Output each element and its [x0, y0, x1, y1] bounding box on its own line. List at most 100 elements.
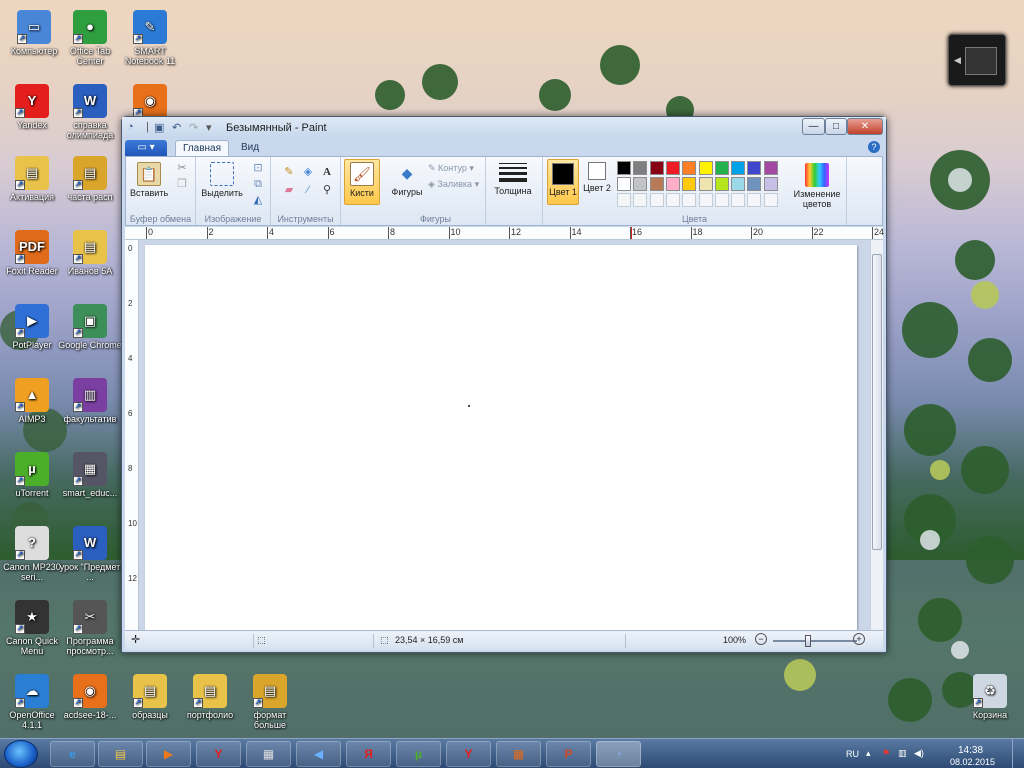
palette-swatch[interactable]	[617, 177, 631, 191]
desktop-icon[interactable]: ◉ ↗ acdsee-18-...	[58, 674, 122, 720]
palette-swatch[interactable]	[633, 177, 648, 191]
gadget-arrow-icon[interactable]: ◀	[954, 55, 961, 66]
taskbar-sound-icon[interactable]: ◀	[296, 741, 341, 767]
palette-swatch[interactable]	[763, 177, 778, 191]
desktop-icon[interactable]: ▥ ↗ факультатив	[58, 378, 122, 424]
palette-swatch[interactable]	[698, 177, 713, 191]
taskbar-utorrent-icon[interactable]: µ	[396, 741, 441, 767]
desktop-icon[interactable]: ▲ ↗ AIMP3	[0, 378, 64, 424]
desktop-icon[interactable]: ✎ ↗ SMART Notebook 11	[118, 10, 182, 66]
palette-swatch[interactable]	[649, 161, 664, 175]
tab-home[interactable]: Главная	[175, 140, 229, 157]
palette-empty-swatch[interactable]	[747, 193, 762, 207]
eraser-icon[interactable]: ▰	[281, 183, 297, 197]
taskbar-explorer-icon[interactable]: ▤	[98, 741, 143, 767]
desktop-icon[interactable]: µ ↗ uTorrent	[0, 452, 64, 498]
desktop-icon[interactable]: ? ↗ Canon MP230 seri...	[0, 526, 64, 582]
paint-window[interactable]: ◔ | ▣ ↶ ↷ ▾ Безымянный - Paint — □ ✕ ▭ ▾…	[121, 116, 887, 653]
desktop-icon[interactable]: ▤ ↗ часта расп	[58, 156, 122, 202]
taskbar-yandex-icon[interactable]: Y	[196, 741, 241, 767]
thickness-button[interactable]: Толщина	[490, 163, 536, 196]
zoom-in-button[interactable]: +	[853, 633, 865, 645]
paste-button[interactable]: 📋 Вставить	[130, 162, 168, 198]
desktop-icon[interactable]: ☁ ↗ OpenOffice 4.1.1	[0, 674, 64, 730]
desktop-icon[interactable]: ▤ ↗ формат больше	[238, 674, 302, 730]
save-icon[interactable]: ▣	[154, 121, 164, 134]
fill-bucket-icon[interactable]: ◈	[300, 165, 316, 179]
palette-swatch[interactable]	[682, 177, 697, 191]
taskbar-yandex-bar-icon[interactable]: Я	[346, 741, 391, 767]
palette-swatch[interactable]	[665, 177, 680, 191]
palette-empty-swatch[interactable]	[665, 193, 680, 207]
pencil-icon[interactable]: ✎	[281, 165, 297, 179]
desktop-icon[interactable]: PDF ↗ Foxit Reader	[0, 230, 64, 276]
shapes-button[interactable]: ◆ Фигуры	[388, 161, 426, 197]
tray-expand-icon[interactable]: ▴	[866, 748, 871, 759]
palette-swatch[interactable]	[731, 161, 746, 175]
palette-swatch[interactable]	[698, 161, 713, 175]
select-button[interactable]: Выделить	[200, 162, 244, 198]
taskbar-yandex-browser-icon[interactable]: Y	[446, 741, 491, 767]
file-menu-button[interactable]: ▭ ▾	[125, 140, 167, 156]
tab-view[interactable]: Вид	[233, 140, 267, 157]
desktop-icon[interactable]: ▤ ↗ Иванов 5А	[58, 230, 122, 276]
taskbar-calculator-icon[interactable]: ▦	[246, 741, 291, 767]
palette-swatch[interactable]	[731, 177, 746, 191]
rotate-icon[interactable]: ◭	[250, 193, 266, 207]
drawing-canvas[interactable]	[145, 245, 857, 630]
taskbar-paint-icon[interactable]: ◔	[596, 741, 641, 767]
outline-button[interactable]: ✎ Контур ▾	[428, 163, 474, 174]
fill-button[interactable]: ◈ Заливка ▾	[428, 179, 479, 190]
language-indicator[interactable]: RU	[846, 749, 859, 759]
minimize-button[interactable]: —	[802, 118, 825, 135]
desktop-icon[interactable]: W ↗ справка олимпиада	[58, 84, 122, 140]
desktop-icon[interactable]: ★ ↗ Canon Quick Menu	[0, 600, 64, 656]
taskbar-media-icon[interactable]: ▶	[146, 741, 191, 767]
redo-icon[interactable]: ↷	[189, 121, 198, 134]
desktop-icon[interactable]: Y ↗ Yandex	[0, 84, 64, 130]
taskbar-foxit-icon[interactable]: ▦	[496, 741, 541, 767]
desktop-icon[interactable]: ♻ ↗ Корзина	[958, 674, 1022, 720]
maximize-button[interactable]: □	[825, 118, 847, 135]
copy-icon[interactable]: ❐	[174, 177, 190, 191]
clock-date[interactable]: 08.02.2015	[950, 757, 995, 767]
taskbar-powerpoint-icon[interactable]: P	[546, 741, 591, 767]
desktop-icon[interactable]: ● ↗ Office Tab Center	[58, 10, 122, 66]
color2-button[interactable]: Цвет 2	[583, 162, 611, 193]
zoom-out-button[interactable]: −	[755, 633, 767, 645]
vertical-scrollbar[interactable]	[870, 240, 883, 630]
palette-empty-swatch[interactable]	[731, 193, 746, 207]
palette-swatch[interactable]	[714, 161, 729, 175]
edit-colors-button[interactable]: Изменение цветов	[789, 163, 845, 209]
palette-empty-swatch[interactable]	[617, 193, 631, 207]
brushes-button[interactable]: 🖌 Кисти	[344, 159, 380, 205]
cut-icon[interactable]: ✂	[174, 161, 190, 175]
title-bar[interactable]: ◔ | ▣ ↶ ↷ ▾ Безымянный - Paint — □ ✕	[122, 117, 886, 139]
palette-swatch[interactable]	[714, 177, 729, 191]
zoom-slider-thumb[interactable]	[805, 635, 811, 647]
palette-empty-swatch[interactable]	[698, 193, 713, 207]
desktop-icon[interactable]: ▤ ↗ образцы	[118, 674, 182, 720]
palette-empty-swatch[interactable]	[763, 193, 778, 207]
desktop-icon[interactable]: ▦ ↗ smart_educ...	[58, 452, 122, 498]
palette-swatch[interactable]	[665, 161, 680, 175]
palette-empty-swatch[interactable]	[633, 193, 648, 207]
action-center-icon[interactable]: ⚑	[882, 748, 890, 759]
start-button[interactable]	[4, 740, 38, 768]
show-desktop-button[interactable]	[1012, 739, 1024, 768]
color1-button[interactable]: Цвет 1	[547, 159, 579, 205]
palette-swatch[interactable]	[617, 161, 631, 175]
palette-swatch[interactable]	[633, 161, 648, 175]
palette-swatch[interactable]	[649, 177, 664, 191]
desktop-icon[interactable]: ▭ ↗ Компьютер	[2, 10, 66, 56]
close-button[interactable]: ✕	[847, 118, 883, 135]
resize-icon[interactable]: ⧉	[250, 177, 266, 191]
help-icon[interactable]: ?	[868, 141, 880, 153]
desktop-gadget[interactable]: ◀	[948, 34, 1006, 86]
desktop-icon[interactable]: ▣ ↗ Google Chrome	[58, 304, 122, 350]
desktop-icon[interactable]: ▤ ↗ портфолио	[178, 674, 242, 720]
palette-empty-swatch[interactable]	[714, 193, 729, 207]
color-picker-icon[interactable]: ⁄	[300, 183, 316, 197]
palette-swatch[interactable]	[763, 161, 778, 175]
qat-customize-icon[interactable]: ▾	[206, 121, 212, 134]
